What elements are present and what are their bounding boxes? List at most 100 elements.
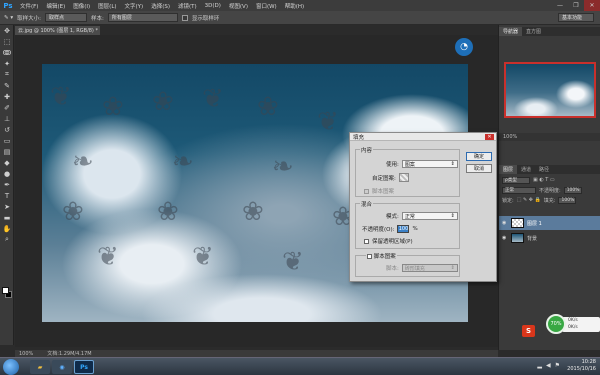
menu-image[interactable]: 图像(I) <box>69 2 94 10</box>
use-select[interactable]: 图案 ⇕ <box>401 160 458 168</box>
eyedropper-icon[interactable]: ✎ ▾ <box>4 15 13 21</box>
type-tool-icon[interactable]: T <box>0 190 14 201</box>
hand-tool-icon[interactable]: ✋ <box>0 223 14 234</box>
close-window-button[interactable]: ✕ <box>584 0 600 11</box>
script-label: 脚本: <box>386 266 399 272</box>
zoom-tool-icon[interactable]: ⌕ <box>0 234 14 245</box>
history-brush-icon[interactable]: ↺ <box>0 124 14 135</box>
fill-input[interactable]: 100% <box>558 196 577 204</box>
tray-flag-icon[interactable]: ⚑ <box>555 362 560 369</box>
menu-window[interactable]: 窗口(W) <box>252 2 281 10</box>
clock[interactable]: 10:28 2015/10/16 <box>567 359 596 373</box>
navigator-thumbnail[interactable] <box>504 62 596 118</box>
dialog-opacity-input[interactable]: 100 <box>397 225 410 233</box>
document-tab[interactable]: 云.jpg @ 100% (图层 1, RGB/8) * <box>15 26 100 35</box>
start-button[interactable] <box>3 359 19 375</box>
pattern-flower-icon: ❀ <box>257 92 279 122</box>
ok-button[interactable]: 确定 <box>466 152 492 161</box>
dodge-tool-icon[interactable]: ● <box>0 168 14 179</box>
tab-channels[interactable]: 通道 <box>517 165 535 174</box>
quick-select-tool-icon[interactable]: ✦ <box>0 58 14 69</box>
mode-select[interactable]: 正常 ⇕ <box>401 212 458 220</box>
navigator-zoom[interactable]: 100% <box>499 133 600 141</box>
tray-network-icon[interactable]: ▂ <box>537 362 542 369</box>
tab-layers[interactable]: 图层 <box>499 165 518 174</box>
restore-button[interactable]: ❐ <box>568 0 584 11</box>
cancel-button[interactable]: 取消 <box>466 164 492 173</box>
marquee-tool-icon[interactable]: ⬚ <box>0 36 14 47</box>
sample-size-label: 取样大小: <box>17 15 41 22</box>
menu-type[interactable]: 文字(Y) <box>121 2 148 10</box>
layer-name: 图层 1 <box>527 220 542 227</box>
lock-icons[interactable]: ⬚ ✎ ✥ 🔒 <box>517 197 541 203</box>
zoom-level[interactable]: 100% <box>19 351 33 357</box>
move-tool-icon[interactable]: ✥ <box>0 25 14 36</box>
menu-view[interactable]: 视图(V) <box>225 2 252 10</box>
blur-tool-icon[interactable]: ◆ <box>0 157 14 168</box>
script-checkbox[interactable] <box>367 254 372 259</box>
workspace-select[interactable]: 基本功能 <box>558 13 594 22</box>
tab-histogram[interactable]: 直方图 <box>522 27 545 36</box>
sample-size-select[interactable]: 取样点 <box>44 13 87 22</box>
healing-tool-icon[interactable]: ✚ <box>0 91 14 102</box>
visibility-eye-icon[interactable]: ◉ <box>502 220 508 226</box>
menu-help[interactable]: 帮助(H) <box>281 2 308 10</box>
blend-mode-select[interactable]: 正常 <box>502 186 536 194</box>
menu-select[interactable]: 选择(S) <box>147 2 174 10</box>
layer-row[interactable]: ◉ 背景 <box>499 231 600 245</box>
show-ring-checkbox[interactable] <box>181 14 188 21</box>
brush-tool-icon[interactable]: ✐ <box>0 102 14 113</box>
wifi-icon[interactable]: ◔ <box>455 38 473 56</box>
mode-row: 模式: 正常 ⇕ <box>386 212 458 220</box>
photoshop-task-icon[interactable]: Ps <box>74 360 94 374</box>
filter-icons[interactable]: ▣ ◐ T ▭ <box>533 177 555 183</box>
foreground-color-swatch[interactable] <box>2 287 9 294</box>
menu-file[interactable]: 文件(F) <box>16 2 42 10</box>
opacity-input[interactable]: 100% <box>563 186 582 194</box>
eraser-tool-icon[interactable]: ▭ <box>0 135 14 146</box>
taskbar: ▰ ◉ Ps ▂ ◀ ⚑ 10:28 2015/10/16 <box>0 357 600 375</box>
crop-tool-icon[interactable]: ⌗ <box>0 69 14 80</box>
tray-volume-icon[interactable]: ◀ <box>546 362 551 369</box>
browser-icon[interactable]: ◉ <box>52 360 72 374</box>
custom-pattern-picker[interactable] <box>398 173 409 182</box>
stamp-tool-icon[interactable]: ⊥ <box>0 113 14 124</box>
path-select-tool-icon[interactable]: ➤ <box>0 201 14 212</box>
script-select[interactable]: 砖形填充 ⇕ <box>401 264 458 272</box>
shape-tool-icon[interactable]: ▬ <box>0 212 14 223</box>
folder-icon[interactable]: ▰ <box>30 360 50 374</box>
tab-paths[interactable]: 路径 <box>535 165 553 174</box>
dialog-close-button[interactable]: ✕ <box>485 134 494 140</box>
layer-row[interactable]: ◉ 图层 1 <box>499 216 600 230</box>
show-ring-label: 显示取样环 <box>191 15 220 22</box>
pattern-flower-icon: ❀ <box>152 87 174 117</box>
menu-edit[interactable]: 编辑(E) <box>42 2 69 10</box>
dialog-title[interactable]: 填充 <box>350 133 496 141</box>
lasso-tool-icon[interactable]: ↂ <box>0 47 14 58</box>
preserve-transparency-checkbox[interactable] <box>364 238 369 244</box>
pattern-flower-icon: ❀ <box>242 197 264 227</box>
clock-date: 2015/10/16 <box>567 366 596 372</box>
layer-filter-select[interactable]: ρ类型 <box>502 176 530 184</box>
sogou-s-icon[interactable]: S <box>522 325 535 337</box>
network-speed-widget[interactable]: 0K/s 0K/s 70% <box>540 314 600 336</box>
visibility-eye-icon[interactable]: ◉ <box>502 235 508 241</box>
script-pattern-checkbox[interactable] <box>364 188 369 194</box>
menu-layer[interactable]: 图层(L) <box>94 2 120 10</box>
pattern-flower-icon: ❦ <box>282 247 304 277</box>
pattern-flower-icon: ❧ <box>72 147 94 177</box>
layers-tabs: 图层 通道 路径 <box>499 165 600 174</box>
pen-tool-icon[interactable]: ✒ <box>0 179 14 190</box>
tab-navigator[interactable]: 导航器 <box>499 27 523 36</box>
menu-3d[interactable]: 3D(D) <box>201 3 225 9</box>
gradient-tool-icon[interactable]: ▤ <box>0 146 14 157</box>
minimize-button[interactable]: — <box>552 0 568 11</box>
pattern-flower-icon: ❧ <box>272 152 294 182</box>
eyedropper-tool-icon[interactable]: ✎ <box>0 80 14 91</box>
download-speed: 0K/s <box>568 325 578 330</box>
lock-label: 锁定: <box>502 197 514 204</box>
menu-filter[interactable]: 滤镜(T) <box>174 2 201 10</box>
sample-select[interactable]: 所有图层 <box>107 13 178 22</box>
script-pattern-label: 脚本图案 <box>372 189 395 195</box>
pattern-flower-icon: ❦ <box>50 82 72 112</box>
